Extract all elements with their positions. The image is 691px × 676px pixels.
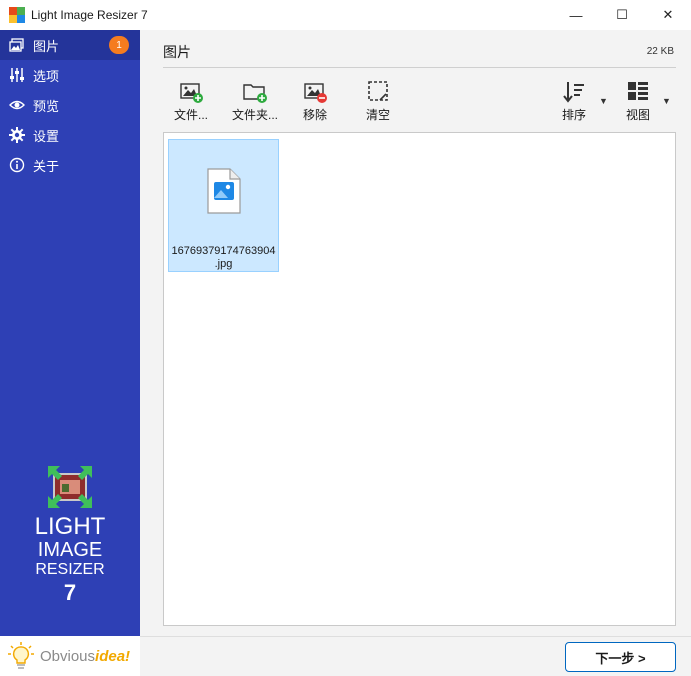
view-button[interactable]: 视图 (608, 80, 668, 126)
sidebar: 图片 1 选项 预览 设置 关于 LIGHT IMAGE RESIZER 7 (0, 30, 140, 636)
logo-text-resizer: RESIZER (35, 561, 105, 578)
toolbar: 文件... 文件夹... 移除 清空 排序 ▼ 视图 ▼ (163, 78, 683, 126)
total-size-label: 22 KB (646, 46, 674, 57)
minimize-icon: — (569, 7, 583, 23)
resize-logo-icon (48, 466, 92, 508)
maximize-button[interactable]: ☐ (599, 0, 645, 30)
add-files-label: 文件... (173, 108, 208, 122)
close-button[interactable]: ✕ (645, 0, 691, 30)
page-header: 图片 22 KB (163, 42, 676, 68)
sort-chevron-down-icon[interactable]: ▼ (599, 96, 608, 106)
add-folder-icon (242, 80, 268, 104)
sidebar-item-preview[interactable]: 预览 (0, 90, 140, 120)
vendor-name: Obviousidea! (40, 647, 131, 665)
clear-selection-icon (365, 80, 391, 104)
logo-text-light: LIGHT (34, 513, 106, 540)
file-list[interactable]: 16769379174763904 .jpg (163, 132, 676, 626)
main-panel: 图片 22 KB 文件... 文件夹... 移除 清空 排序 ▼ 视图 ▼ 16… (148, 30, 691, 636)
view-label: 视图 (625, 108, 650, 122)
title-bar: Light Image Resizer 7 — ☐ ✕ (0, 0, 691, 30)
page-title: 图片 (163, 44, 191, 60)
clear-button[interactable]: 清空 (348, 80, 408, 126)
add-image-icon (178, 80, 204, 104)
logo-text-image: IMAGE (37, 539, 103, 561)
view-chevron-down-icon[interactable]: ▼ (662, 96, 671, 106)
sidebar-item-images[interactable]: 图片 1 (0, 30, 140, 60)
add-folder-button[interactable]: 文件夹... (225, 80, 285, 126)
remove-image-icon (302, 80, 328, 104)
minimize-button[interactable]: — (553, 0, 599, 30)
maximize-icon: ☐ (616, 7, 628, 22)
gear-icon (8, 126, 26, 144)
eye-icon (8, 96, 26, 114)
sidebar-item-settings[interactable]: 设置 (0, 120, 140, 150)
image-file-icon (206, 168, 242, 214)
app-icon (9, 7, 25, 23)
sidebar-item-label: 预览 (33, 98, 60, 114)
remove-button[interactable]: 移除 (285, 80, 345, 126)
clear-label: 清空 (365, 108, 390, 122)
sort-label: 排序 (561, 108, 586, 122)
lightbulb-icon (8, 641, 34, 671)
remove-label: 移除 (302, 108, 327, 122)
window-title: Light Image Resizer 7 (31, 8, 148, 22)
vendor-logo[interactable]: Obviousidea! (0, 636, 140, 676)
footer-bar: 下一步 > (140, 636, 691, 676)
close-icon: ✕ (662, 7, 674, 22)
sidebar-item-options[interactable]: 选项 (0, 60, 140, 90)
view-grid-icon (625, 80, 651, 104)
images-icon (8, 36, 26, 54)
sort-button[interactable]: 排序 (544, 80, 604, 126)
image-count-badge: 1 (109, 36, 129, 54)
logo-text-version: 7 (63, 580, 77, 605)
file-item[interactable]: 16769379174763904 .jpg (168, 139, 279, 272)
file-name: 16769379174763904 .jpg (171, 245, 276, 270)
add-files-button[interactable]: 文件... (161, 80, 221, 126)
sliders-icon (8, 66, 26, 84)
sidebar-item-about[interactable]: 关于 (0, 150, 140, 180)
product-logo: LIGHT IMAGE RESIZER 7 (0, 466, 140, 606)
sidebar-item-label: 图片 (33, 38, 60, 54)
next-button[interactable]: 下一步 > (565, 642, 676, 672)
info-icon (8, 156, 26, 174)
sidebar-item-label: 选项 (33, 68, 60, 84)
add-folder-label: 文件夹... (231, 108, 278, 122)
sidebar-item-label: 关于 (33, 158, 60, 174)
sidebar-item-label: 设置 (33, 128, 60, 144)
sort-icon (561, 80, 587, 104)
